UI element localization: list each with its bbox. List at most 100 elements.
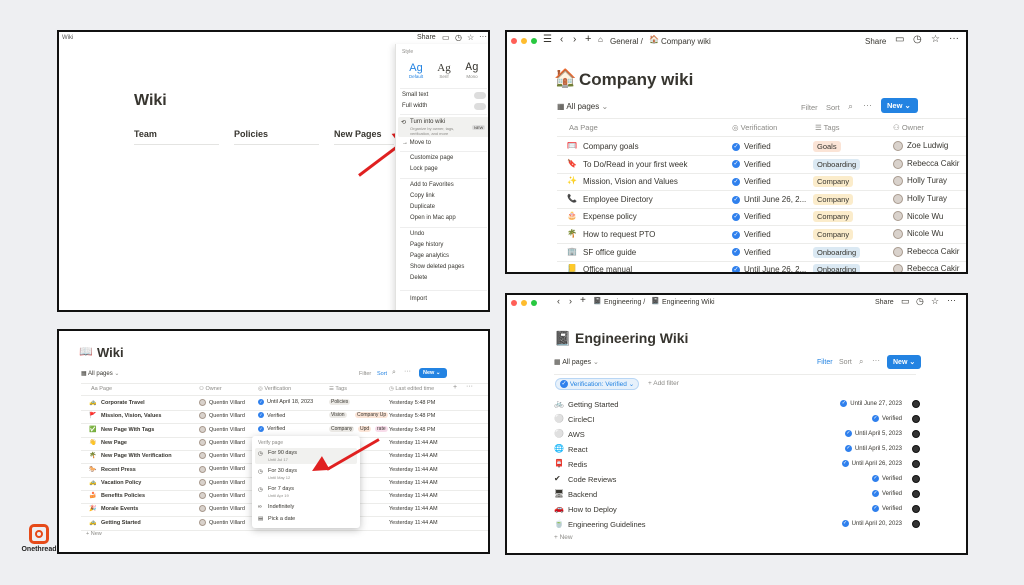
- font-default-option[interactable]: Ag Default: [406, 62, 426, 79]
- page-name[interactable]: CircleCI: [568, 415, 595, 424]
- open-in-mac-app-option[interactable]: Open in Mac app: [410, 215, 456, 221]
- breadcrumb-parent[interactable]: Engineering /: [604, 299, 645, 306]
- table-row[interactable]: 🚩 Mission, Vision, Values Quentin Villard ✓…: [81, 410, 488, 425]
- page-name[interactable]: Getting Started: [568, 400, 618, 409]
- zoom-dot[interactable]: [531, 300, 537, 306]
- page-name[interactable]: React: [568, 445, 588, 454]
- zoom-dot[interactable]: [531, 38, 537, 44]
- list-item[interactable]: 🍵 Engineering Guidelines ✓ Until April 20, …: [554, 517, 924, 532]
- page-name[interactable]: Corporate Travel: [101, 400, 145, 406]
- small-text-option[interactable]: Small text: [402, 92, 428, 98]
- new-row-button[interactable]: + New: [86, 531, 102, 537]
- page-name[interactable]: Company goals: [583, 142, 639, 151]
- forward-icon[interactable]: ›: [569, 296, 572, 306]
- page-name[interactable]: Expense policy: [583, 212, 637, 221]
- column-new-pages[interactable]: New Pages: [334, 129, 382, 139]
- show-deleted-pages-option[interactable]: Show deleted pages: [410, 264, 464, 270]
- page-name[interactable]: How to request PTO: [583, 230, 655, 239]
- minimize-dot[interactable]: [521, 38, 527, 44]
- clock-icon[interactable]: ◷: [913, 34, 922, 45]
- turn-into-wiki-option[interactable]: ⟲ Turn into wiki Organize by owner, tags…: [398, 117, 488, 137]
- table-row[interactable]: 📞 Employee Directory ✓ Until June 26, 2... C…: [557, 191, 966, 209]
- search-icon[interactable]: ⌕: [848, 101, 853, 112]
- more-icon[interactable]: ···: [479, 32, 487, 41]
- breadcrumb-current[interactable]: Company wiki: [661, 37, 711, 46]
- column-team[interactable]: Team: [134, 129, 157, 139]
- more-icon[interactable]: ···: [872, 356, 880, 365]
- table-row[interactable]: 🚕 Corporate Travel Quentin Villard ✓ Until A…: [81, 397, 488, 411]
- page-name[interactable]: New Page With Verification: [101, 453, 172, 459]
- page-name[interactable]: How to Deploy: [568, 505, 617, 514]
- sort-button[interactable]: Sort: [377, 371, 387, 377]
- verify-30-days-option[interactable]: ◷ For 30 days Until May 12: [255, 466, 357, 482]
- page-name[interactable]: Redis: [568, 460, 587, 469]
- duplicate-option[interactable]: Duplicate: [410, 204, 435, 210]
- page-name[interactable]: Getting Started: [101, 520, 141, 526]
- table-row[interactable]: 🏢 SF office guide ✓ Verified Onboarding Rebec…: [557, 244, 966, 262]
- more-icon[interactable]: ···: [947, 295, 956, 305]
- list-item[interactable]: 🚗 How to Deploy ✓ Verified: [554, 502, 924, 517]
- table-row[interactable]: 📒 Office manual ✓ Until June 26, 2... Onboar…: [557, 261, 966, 272]
- move-to-option[interactable]: → Move to: [402, 140, 431, 146]
- page-name[interactable]: Vacation Policy: [101, 480, 141, 486]
- list-item[interactable]: ⚪ CircleCI ✓ Verified: [554, 412, 924, 427]
- star-icon[interactable]: ☆: [931, 296, 939, 307]
- customize-page-option[interactable]: Customize page: [410, 155, 453, 161]
- close-dot[interactable]: [511, 300, 517, 306]
- page-name[interactable]: Engineering Guidelines: [568, 520, 646, 529]
- add-filter-button[interactable]: + Add filter: [648, 380, 679, 387]
- page-history-option[interactable]: Page history: [410, 242, 443, 248]
- page-name[interactable]: Backend: [568, 490, 597, 499]
- star-icon[interactable]: ☆: [931, 34, 940, 45]
- lock-page-option[interactable]: Lock page: [410, 166, 438, 172]
- verify-indefinitely-option[interactable]: ∞ Indefinitely: [255, 502, 357, 513]
- view-selector[interactable]: ▦ All pages ⌄: [554, 358, 599, 366]
- more-icon[interactable]: ···: [466, 383, 473, 390]
- page-name[interactable]: Morale Events: [101, 506, 138, 512]
- full-width-option[interactable]: Full width: [402, 103, 427, 109]
- list-item[interactable]: 🖥 Backend ✓ Verified: [554, 487, 924, 502]
- back-icon[interactable]: ‹: [560, 34, 563, 45]
- view-selector[interactable]: ▦ All pages ⌄: [557, 102, 608, 111]
- small-text-toggle[interactable]: [474, 92, 486, 99]
- page-name[interactable]: Code Reviews: [568, 475, 616, 484]
- verify-pick-date-option[interactable]: ▤ Pick a date: [255, 514, 357, 525]
- star-icon[interactable]: ☆: [467, 33, 474, 42]
- page-name[interactable]: Mission, Vision and Values: [583, 177, 678, 186]
- copy-link-option[interactable]: Copy link: [410, 193, 435, 199]
- new-button[interactable]: New ⌄: [887, 355, 921, 369]
- verification-filter-chip[interactable]: ✓ Verification: Verified ⌄: [555, 378, 640, 391]
- more-icon[interactable]: ···: [863, 100, 872, 110]
- close-dot[interactable]: [511, 38, 517, 44]
- table-row[interactable]: ✨ Mission, Vision and Values ✓ Verified Comp…: [557, 173, 966, 192]
- page-name[interactable]: SF office guide: [583, 248, 636, 257]
- page-name[interactable]: New Page: [101, 440, 127, 446]
- table-row[interactable]: 🔖 To Do/Read in your first week ✓ Verified O…: [557, 156, 966, 174]
- font-mono-option[interactable]: Ag Mono: [462, 62, 482, 79]
- view-selector[interactable]: ▦ All pages ⌄: [81, 370, 119, 377]
- add-icon[interactable]: +: [585, 33, 591, 45]
- sort-button[interactable]: Sort: [839, 359, 852, 366]
- new-button[interactable]: New ⌄: [419, 368, 447, 378]
- page-name[interactable]: AWS: [568, 430, 585, 439]
- comment-icon[interactable]: ▭: [901, 296, 910, 307]
- verify-7-days-option[interactable]: ◷ For 7 days Until Apr 19: [255, 484, 357, 500]
- search-icon[interactable]: ⌕: [859, 357, 863, 367]
- breadcrumb-current[interactable]: Engineering Wiki: [662, 299, 715, 306]
- page-name[interactable]: To Do/Read in your first week: [583, 160, 688, 169]
- add-column-icon[interactable]: +: [453, 384, 457, 391]
- comment-icon[interactable]: ▭: [895, 34, 904, 45]
- clock-icon[interactable]: ◷: [455, 33, 462, 42]
- list-item[interactable]: 🌐 React ✓ Until April 5, 2023: [554, 442, 924, 457]
- share-button[interactable]: Share: [875, 299, 894, 306]
- undo-option[interactable]: Undo: [410, 231, 424, 237]
- full-width-toggle[interactable]: [474, 103, 486, 110]
- page-analytics-option[interactable]: Page analytics: [410, 253, 449, 259]
- table-row[interactable]: ✅ New Page With Tags Quentin Villard ✓ Verif…: [81, 424, 488, 438]
- filter-button[interactable]: Filter: [817, 359, 833, 366]
- share-button[interactable]: Share: [865, 37, 886, 46]
- add-icon[interactable]: +: [580, 295, 586, 306]
- font-serif-option[interactable]: Ag Serif: [434, 62, 454, 79]
- page-name[interactable]: Recent Press: [101, 467, 136, 473]
- sidebar-toggle-icon[interactable]: ☰: [543, 34, 552, 45]
